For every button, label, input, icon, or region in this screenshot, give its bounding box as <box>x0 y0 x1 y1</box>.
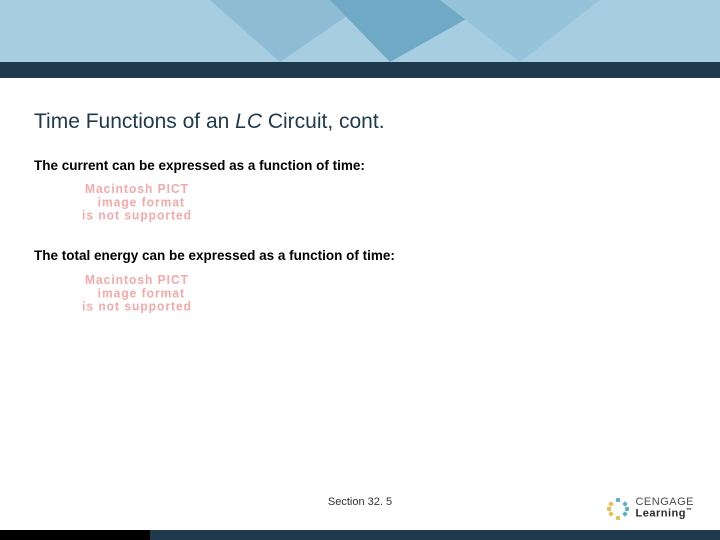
header-dark-strip <box>0 62 720 78</box>
slide-title: Time Functions of an LC Circuit, cont. <box>34 110 385 134</box>
title-italic: LC <box>235 110 262 133</box>
slide: Time Functions of an LC Circuit, cont. T… <box>0 0 720 540</box>
title-pre: Time Functions of an <box>34 110 235 133</box>
header-band <box>0 0 720 78</box>
title-post: Circuit, cont. <box>262 110 385 133</box>
body-text-energy: The total energy can be expressed as a f… <box>34 248 395 263</box>
header-triangle <box>440 0 600 62</box>
body-text-current: The current can be expressed as a functi… <box>34 158 365 173</box>
pict-placeholder-2: Macintosh PICT image format is not suppo… <box>82 273 192 313</box>
logo-line-learning: Learning™ <box>635 508 694 520</box>
logo-starburst-icon <box>607 498 629 520</box>
pict-placeholder-1: Macintosh PICT image format is not suppo… <box>82 182 192 222</box>
cengage-logo: CENGAGE Learning™ <box>607 497 694 520</box>
logo-line-cengage: CENGAGE <box>635 497 694 508</box>
footer-bar <box>0 530 720 540</box>
logo-text: CENGAGE Learning™ <box>635 497 694 520</box>
